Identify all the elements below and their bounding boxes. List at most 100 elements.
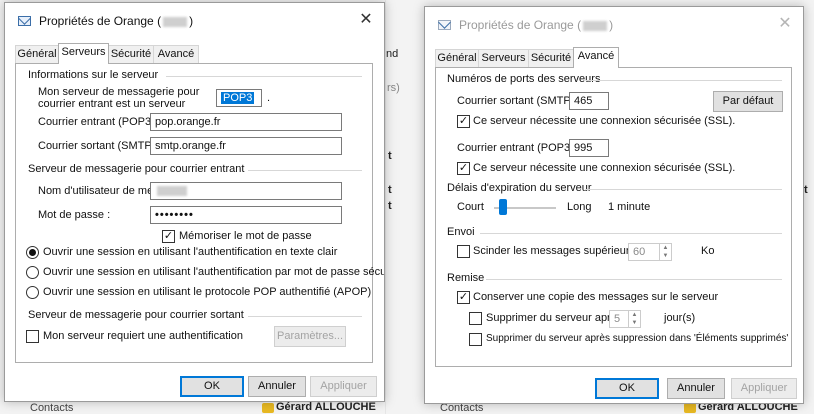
background-fragment: rs) — [387, 82, 400, 94]
ports-group-label: Numéros de ports des serveurs — [447, 73, 601, 85]
auth-cleartext-radio[interactable] — [26, 246, 39, 259]
dialog-title: Propriétés de Orange () — [39, 14, 194, 28]
split-messages-label: Scinder les messages supérieurs à — [473, 245, 645, 257]
apply-button[interactable]: Appliquer — [310, 376, 377, 397]
apply-button[interactable]: Appliquer — [731, 378, 797, 399]
tab-security[interactable]: Sécurité — [108, 45, 154, 63]
chevron-down-icon[interactable]: ▼ — [660, 252, 671, 260]
folder-icon — [684, 403, 696, 413]
timeout-group-label: Délais d'expiration du serveur — [447, 182, 592, 194]
tab-servers[interactable]: Serveurs — [478, 49, 529, 67]
auth-spa-radio[interactable] — [26, 266, 39, 279]
password-label: Mot de passe : — [38, 209, 111, 221]
group-divider — [166, 76, 362, 77]
background-fragment: t — [804, 184, 808, 196]
smtp-ssl-checkbox[interactable]: ✓ — [457, 115, 470, 128]
server-info-group-label: Informations sur le serveur — [28, 69, 159, 81]
outgoing-server-group-label: Serveur de messagerie pour courrier sort… — [28, 309, 244, 321]
ok-button[interactable]: OK — [180, 376, 244, 397]
outgoing-server-field[interactable]: smtp.orange.fr — [150, 137, 342, 155]
group-divider — [248, 170, 362, 171]
auth-cleartext-label: Ouvrir une session en utilisant l'authen… — [43, 246, 338, 258]
tab-advanced[interactable]: Avancé — [573, 47, 619, 68]
background-fragment: t — [388, 150, 392, 162]
username-field[interactable] — [150, 182, 342, 200]
incoming-server-field[interactable]: pop.orange.fr — [150, 113, 342, 131]
cancel-button[interactable]: Annuler — [667, 378, 725, 399]
auth-spa-label: Ouvrir une session en utilisant l'authen… — [43, 266, 385, 278]
pop3-ssl-checkbox[interactable]: ✓ — [457, 162, 470, 175]
split-messages-checkbox[interactable] — [457, 245, 470, 258]
outgoing-server-label: Courrier sortant (SMTP) : — [38, 140, 162, 152]
send-group-label: Envoi — [447, 226, 475, 238]
delete-on-trash-checkbox[interactable] — [469, 333, 482, 346]
group-divider — [480, 233, 782, 234]
chevron-down-icon[interactable]: ▼ — [629, 319, 640, 327]
remember-password-checkbox[interactable]: ✓ — [162, 230, 175, 243]
dialog-titlebar: Propriétés de Orange () ✕ — [425, 7, 803, 41]
incoming-server-group-label: Serveur de messagerie pour courrier entr… — [28, 163, 245, 175]
delete-after-checkbox[interactable] — [469, 312, 482, 325]
keep-copy-label: Conserver une copie des messages sur le … — [473, 291, 719, 303]
group-divider — [586, 189, 782, 190]
redacted-username — [157, 186, 187, 197]
redacted-account-name — [583, 20, 608, 31]
servers-panel: Informations sur le serveur Mon serveur … — [15, 63, 384, 363]
close-icon[interactable]: ✕ — [358, 12, 374, 28]
settings-button[interactable]: Paramètres... — [274, 326, 346, 347]
split-size-field[interactable]: 60 ▲ ▼ — [628, 243, 672, 261]
timeout-long-label: Long — [567, 201, 592, 213]
dialog-titlebar: Propriétés de Orange () ✕ — [5, 3, 384, 37]
auth-apop-label: Ouvrir une session en utilisant le proto… — [43, 286, 372, 298]
background-fragment: t — [388, 200, 392, 212]
requires-auth-label: Mon serveur requiert une authentificatio… — [43, 330, 243, 342]
tab-general[interactable]: Général — [15, 45, 59, 63]
background-contacts-label: Contacts — [30, 402, 74, 414]
background-sender: Gérard ALLOUCHE — [276, 401, 376, 413]
default-ports-button[interactable]: Par défaut — [713, 91, 783, 112]
remember-password-label: Mémoriser le mot de passe — [179, 230, 312, 242]
folder-icon — [262, 403, 274, 413]
ok-button[interactable]: OK — [595, 378, 659, 399]
split-size-spinner[interactable]: ▲ ▼ — [659, 244, 671, 260]
background-fragment: nd — [386, 48, 399, 60]
timeout-value: 1 minute — [608, 201, 651, 213]
tab-security[interactable]: Sécurité — [528, 49, 574, 67]
pop3-ssl-label: Ce serveur nécessite une connexion sécur… — [473, 162, 736, 174]
chevron-up-icon[interactable]: ▲ — [629, 311, 640, 319]
keep-copy-checkbox[interactable]: ✓ — [457, 291, 470, 304]
account-properties-dialog-servers: Propriétés de Orange () ✕ Général Serveu… — [4, 2, 385, 402]
advanced-panel: Numéros de ports des serveurs Courrier s… — [435, 67, 792, 367]
close-icon[interactable]: ✕ — [777, 16, 793, 32]
group-divider — [248, 316, 362, 317]
delete-after-label: Supprimer du serveur après — [486, 312, 623, 324]
pop3-port-field[interactable]: 995 — [569, 139, 609, 157]
pop3-port-label: Courrier entrant (POP3) : — [457, 142, 580, 154]
incoming-server-label: Courrier entrant (POP3) : — [38, 116, 161, 128]
cancel-button[interactable]: Annuler — [248, 376, 306, 397]
group-divider — [586, 80, 782, 81]
timeout-slider-thumb[interactable] — [499, 199, 508, 215]
smtp-port-label: Courrier sortant (SMTP) : — [457, 95, 581, 107]
delete-days-unit: jour(s) — [664, 312, 696, 324]
timeout-short-label: Court — [457, 201, 484, 213]
tab-advanced[interactable]: Avancé — [153, 45, 199, 63]
account-properties-dialog-advanced: Propriétés de Orange () ✕ Général Serveu… — [424, 6, 804, 404]
smtp-port-field[interactable]: 465 — [569, 92, 609, 110]
group-divider — [486, 279, 782, 280]
tab-general[interactable]: Général — [435, 49, 479, 67]
delivery-group-label: Remise — [447, 272, 485, 284]
split-unit-label: Ko — [701, 245, 715, 257]
delete-days-spinner[interactable]: ▲ ▼ — [628, 311, 640, 327]
tab-servers[interactable]: Serveurs — [58, 43, 109, 64]
chevron-up-icon[interactable]: ▲ — [660, 244, 671, 252]
delete-on-trash-label: Supprimer du serveur après suppression d… — [486, 333, 789, 344]
incoming-server-type-field[interactable]: POP3 — [216, 89, 262, 107]
requires-auth-checkbox[interactable] — [26, 330, 39, 343]
password-field[interactable]: •••••••• — [150, 206, 342, 224]
mail-account-icon — [438, 18, 454, 32]
redacted-account-name — [163, 16, 188, 27]
delete-days-field[interactable]: 5 ▲ ▼ — [609, 310, 641, 328]
auth-apop-radio[interactable] — [26, 286, 39, 299]
mail-account-icon — [18, 14, 34, 28]
